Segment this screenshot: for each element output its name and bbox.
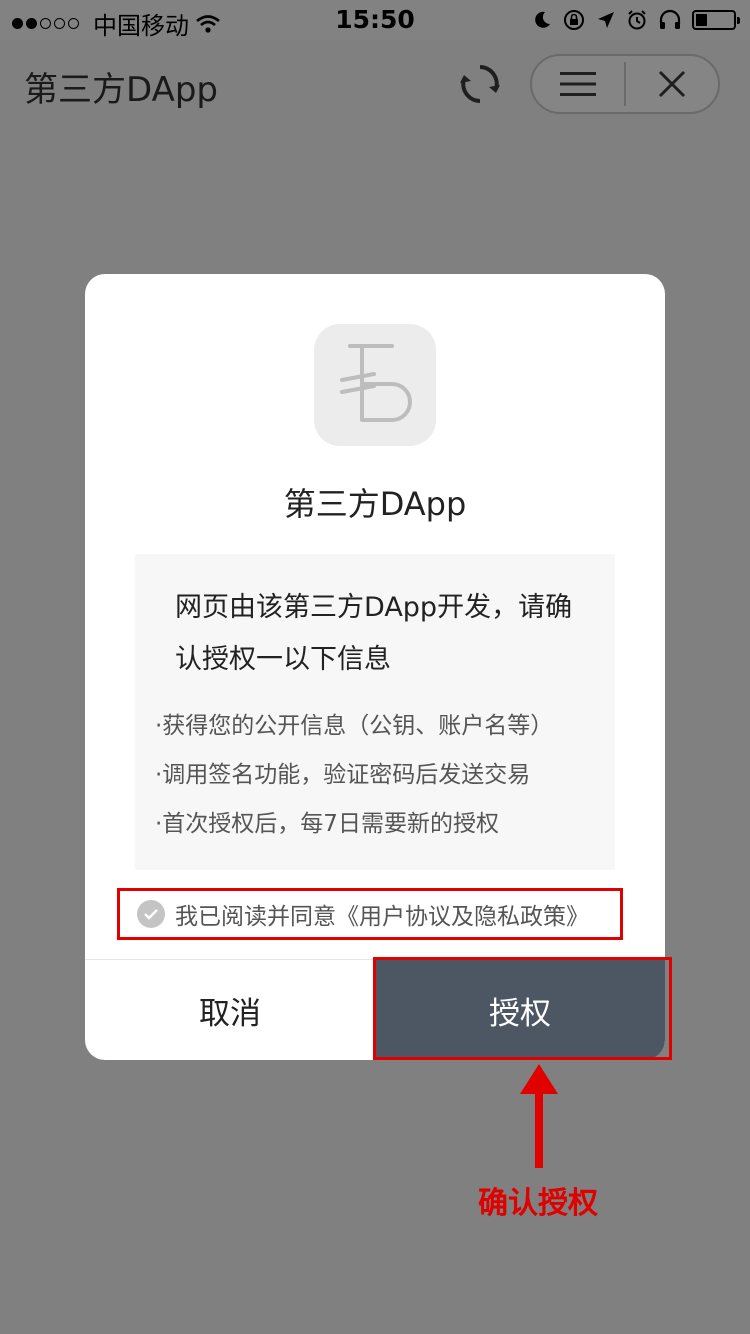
status-right — [532, 8, 740, 32]
arrow-up-icon — [520, 1064, 558, 1168]
permission-list: ·获得您的公开信息（公钥、账户名等） ·调用签名功能，验证密码后发送交易 ·首次… — [155, 702, 605, 849]
close-icon — [658, 70, 686, 98]
close-button[interactable] — [626, 56, 718, 112]
menu-icon — [560, 72, 596, 96]
permission-info-box: 网页由该第三方DApp开发，请确认授权一以下信息 ·获得您的公开信息（公钥、账户… — [135, 554, 615, 870]
checkmark-icon[interactable] — [137, 900, 165, 928]
authorization-dialog: 第三方DApp 网页由该第三方DApp开发，请确认授权一以下信息 ·获得您的公开… — [85, 274, 665, 1060]
dapp-name: 第三方DApp — [283, 485, 467, 523]
agreement-checkbox-row[interactable]: 我已阅读并同意《用户协议及隐私政策》 — [117, 888, 623, 940]
battery-icon — [692, 10, 740, 30]
annotation-label: 确认授权 — [478, 1186, 598, 1221]
permission-item: ·首次授权后，每7日需要新的授权 — [155, 811, 499, 837]
agreement-text[interactable]: 我已阅读并同意《用户协议及隐私政策》 — [175, 897, 589, 931]
status-bar: 中国移动 15:50 — [0, 0, 750, 40]
rotation-lock-icon — [564, 10, 584, 30]
refresh-icon[interactable] — [458, 62, 502, 106]
menu-button[interactable] — [532, 56, 624, 112]
permission-description: 网页由该第三方DApp开发，请确认授权一以下信息 — [175, 592, 573, 675]
permission-item: ·获得您的公开信息（公钥、账户名等） — [155, 713, 554, 739]
dapp-logo-icon — [314, 324, 436, 446]
alarm-icon — [628, 10, 646, 30]
cancel-button[interactable]: 取消 — [85, 960, 375, 1060]
nav-title: 第三方DApp — [24, 70, 219, 110]
miniapp-capsule — [530, 54, 720, 114]
authorize-highlight-box — [373, 957, 672, 1060]
moon-icon — [535, 11, 550, 28]
headphones-icon — [659, 9, 681, 29]
location-icon — [598, 12, 614, 28]
permission-item: ·调用签名功能，验证密码后发送交易 — [155, 762, 531, 788]
